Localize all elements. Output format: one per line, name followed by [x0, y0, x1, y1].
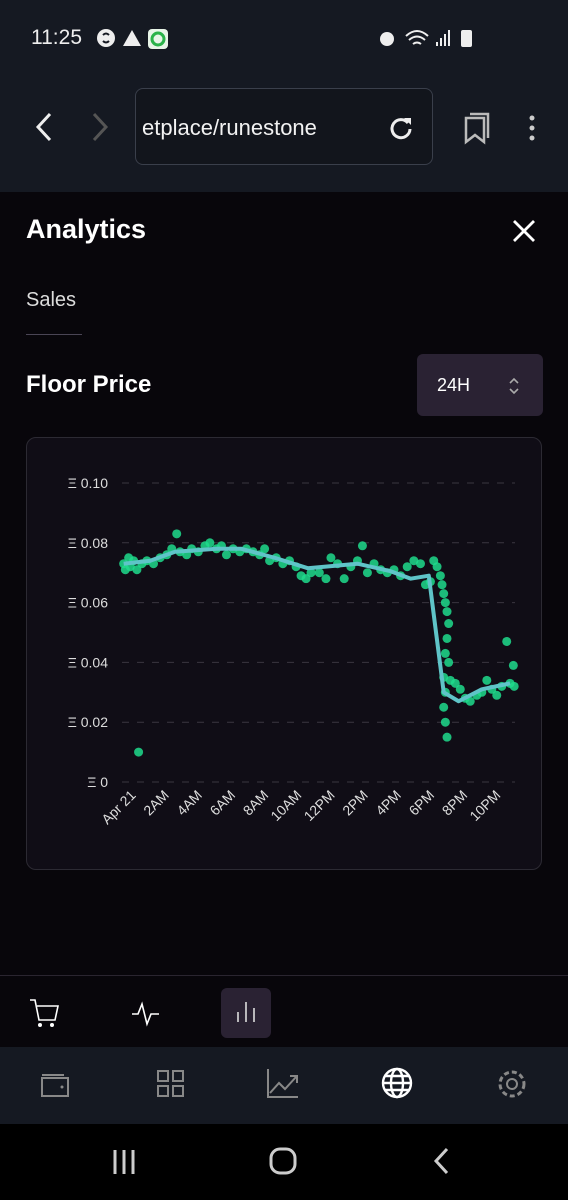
- bar-chart-icon: [237, 1002, 255, 1022]
- x-tick-label: 10AM: [267, 787, 304, 824]
- tab-label: Sales: [26, 289, 77, 311]
- x-tick-label: 4AM: [173, 787, 205, 819]
- data-point: [321, 574, 331, 584]
- data-point: [482, 675, 492, 685]
- system-nav: [0, 1124, 568, 1200]
- data-point: [442, 732, 452, 742]
- data-point: [440, 648, 450, 658]
- x-tick-label: 2PM: [339, 787, 371, 819]
- data-point: [444, 657, 454, 667]
- x-tick-label: 8AM: [240, 787, 272, 819]
- data-point: [357, 541, 367, 551]
- data-point: [442, 607, 452, 617]
- data-point: [339, 574, 349, 584]
- x-tick-label: Apr 21: [98, 787, 139, 828]
- x-tick-label: 2AM: [140, 787, 172, 819]
- address-bar[interactable]: etplace/runestone: [135, 88, 433, 165]
- x-tick-label: 4PM: [372, 787, 404, 819]
- forward-icon[interactable]: [88, 112, 112, 142]
- chart-svg: Ξ 0Ξ 0.02Ξ 0.04Ξ 0.06Ξ 0.08Ξ 0.10Apr 21 2…: [68, 475, 519, 828]
- activity-icon[interactable]: [130, 998, 162, 1030]
- bottom-nav: [0, 1047, 568, 1124]
- wallet-icon[interactable]: [40, 1069, 70, 1099]
- x-tick-label: 8PM: [439, 787, 471, 819]
- y-tick-label: Ξ 0: [87, 774, 108, 790]
- y-tick-label: Ξ 0.04: [68, 654, 108, 670]
- close-icon[interactable]: [511, 218, 537, 244]
- panel-title: Analytics: [26, 214, 147, 244]
- bookmarks-icon[interactable]: [462, 110, 492, 146]
- y-tick-label: Ξ 0.08: [68, 535, 108, 551]
- data-point: [502, 636, 512, 646]
- data-point: [492, 690, 502, 700]
- reload-icon[interactable]: [388, 115, 414, 141]
- range-select-value: 24H: [437, 375, 471, 395]
- settings-icon[interactable]: [495, 1067, 529, 1101]
- action-tab-bar: [0, 975, 568, 1047]
- data-point: [440, 598, 450, 608]
- trending-icon[interactable]: [266, 1067, 300, 1101]
- status-bar: 11:25: [0, 0, 568, 70]
- tab-sales[interactable]: Sales: [26, 289, 82, 335]
- cart-icon[interactable]: [28, 998, 60, 1030]
- data-point: [134, 747, 144, 757]
- data-point: [437, 580, 447, 590]
- data-point: [442, 633, 452, 643]
- data-point: [439, 589, 449, 599]
- data-point: [362, 568, 372, 578]
- data-point: [455, 684, 465, 694]
- analytics-tab[interactable]: [221, 988, 271, 1038]
- data-point: [432, 562, 442, 572]
- y-tick-label: Ξ 0.02: [68, 714, 108, 730]
- data-point: [435, 571, 445, 581]
- data-point: [172, 529, 182, 539]
- url-text: etplace/runestone: [142, 115, 317, 140]
- data-point: [415, 559, 425, 569]
- y-tick-label: Ξ 0.06: [68, 595, 108, 611]
- chevron-updown-icon: [509, 377, 519, 395]
- x-tick-label: 6PM: [406, 787, 438, 819]
- y-tick-label: Ξ 0.10: [68, 475, 108, 491]
- data-point: [260, 544, 270, 554]
- status-left-icons: [97, 29, 168, 49]
- status-right-icons: [380, 30, 472, 47]
- back-icon[interactable]: [32, 112, 56, 142]
- clock: 11:25: [31, 26, 82, 49]
- data-point: [440, 717, 450, 727]
- warning-icon: [123, 30, 141, 46]
- data-point: [508, 660, 518, 670]
- wifi-icon: [405, 30, 429, 45]
- recents-icon[interactable]: [110, 1148, 140, 1176]
- data-point: [509, 681, 519, 691]
- shazam-icon: [97, 29, 115, 47]
- grid-icon[interactable]: [156, 1069, 186, 1099]
- x-tick-label: 6AM: [207, 787, 239, 819]
- battery-icon: [461, 30, 472, 47]
- x-tick-label: 12PM: [301, 787, 338, 824]
- floor-price-chart: Ξ 0Ξ 0.02 Ξ 0.04 Ξ 0.06 Ξ 0.08 Ξ 0.10 Apr 21 2…: [26, 437, 542, 870]
- data-point: [444, 619, 454, 629]
- section-title: Floor Price: [26, 371, 152, 398]
- range-select[interactable]: 24H: [417, 354, 543, 416]
- x-tick-label: 10PM: [466, 787, 503, 824]
- data-point: [439, 702, 449, 712]
- more-icon[interactable]: [525, 114, 539, 142]
- globe-icon[interactable]: [381, 1067, 413, 1099]
- system-back-icon[interactable]: [430, 1146, 454, 1176]
- alarm-icon: [380, 32, 394, 46]
- home-icon[interactable]: [268, 1146, 298, 1176]
- signal-icon: [436, 30, 450, 46]
